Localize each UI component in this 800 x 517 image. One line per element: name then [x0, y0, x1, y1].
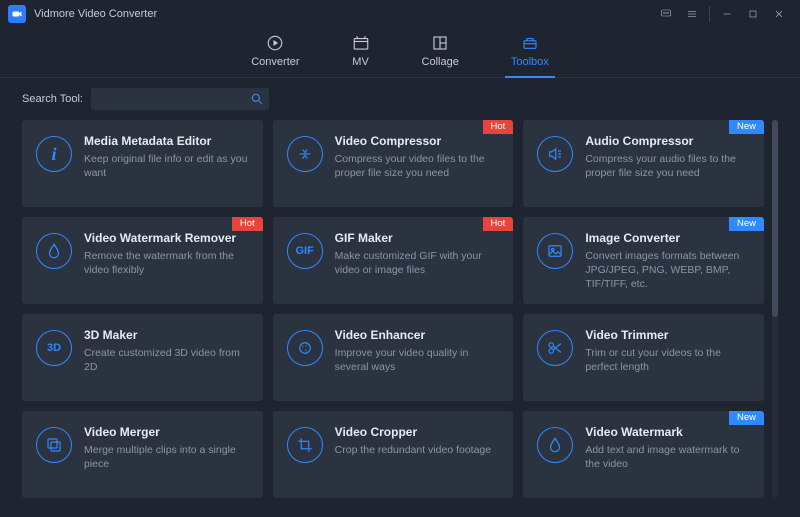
- tool-title: Video Trimmer: [585, 328, 752, 342]
- tool-card[interactable]: Hot GIF GIF Maker Make customized GIF with …: [273, 217, 514, 304]
- tool-card[interactable]: Video Enhancer Improve your video quality…: [273, 314, 514, 401]
- scrollbar[interactable]: [772, 120, 778, 498]
- toolbox-panel: Search Tool: i Media Metadata Editor Keep …: [0, 78, 800, 506]
- tool-title: Media Metadata Editor: [84, 134, 251, 148]
- 3d-icon: 3D: [36, 330, 72, 366]
- search-input[interactable]: [91, 88, 269, 110]
- chat-icon: [660, 8, 672, 20]
- tool-card[interactable]: HotVideo Watermark Remover Remove the wat…: [22, 217, 263, 304]
- tool-title: Video Merger: [84, 425, 251, 439]
- app-title: Vidmore Video Converter: [34, 8, 157, 20]
- tool-title: Audio Compressor: [585, 134, 752, 148]
- minimize-icon: [721, 8, 733, 20]
- tool-description: Make customized GIF with your video or i…: [335, 249, 502, 277]
- camera-icon: [11, 8, 23, 20]
- tool-description: Create customized 3D video from 2D: [84, 346, 251, 374]
- titlebar: Vidmore Video Converter: [0, 0, 800, 28]
- audio-icon: [537, 136, 573, 172]
- merge-icon: [36, 427, 72, 463]
- badge-hot: Hot: [483, 217, 514, 231]
- menu-button[interactable]: [679, 4, 705, 24]
- tab-toolbox[interactable]: Toolbox: [511, 34, 549, 72]
- tool-title: Video Compressor: [335, 134, 502, 148]
- close-button[interactable]: [766, 4, 792, 24]
- search-row: Search Tool:: [22, 88, 778, 110]
- converter-icon: [266, 34, 284, 52]
- tab-label: Collage: [422, 56, 459, 68]
- tool-card[interactable]: NewImage Converter Convert images formats…: [523, 217, 764, 304]
- image-icon: [537, 233, 573, 269]
- scrollbar-thumb[interactable]: [772, 120, 778, 317]
- collage-icon: [431, 34, 449, 52]
- info-icon: i: [36, 136, 72, 172]
- search-icon[interactable]: [250, 92, 264, 106]
- tool-description: Trim or cut your videos to the perfect l…: [585, 346, 752, 374]
- badge-hot: Hot: [232, 217, 263, 231]
- tool-title: Image Converter: [585, 231, 752, 245]
- tab-converter[interactable]: Converter: [251, 34, 299, 72]
- tool-title: Video Watermark: [585, 425, 752, 439]
- tab-collage[interactable]: Collage: [422, 34, 459, 72]
- tool-card[interactable]: HotVideo Compressor Compress your video f…: [273, 120, 514, 207]
- tab-label: Toolbox: [511, 56, 549, 68]
- tab-label: MV: [352, 56, 369, 68]
- enhance-icon: [287, 330, 323, 366]
- gif-icon: GIF: [287, 233, 323, 269]
- tool-description: Keep original file info or edit as you w…: [84, 152, 251, 180]
- feedback-button[interactable]: [653, 4, 679, 24]
- main-tabs: Converter MV Collage Toolbox: [0, 28, 800, 78]
- tool-title: Video Cropper: [335, 425, 502, 439]
- tool-title: Video Enhancer: [335, 328, 502, 342]
- maximize-button[interactable]: [740, 4, 766, 24]
- divider: [709, 6, 710, 22]
- trim-icon: [537, 330, 573, 366]
- compress-icon: [287, 136, 323, 172]
- tool-card[interactable]: Video Trimmer Trim or cut your videos to …: [523, 314, 764, 401]
- tool-grid: i Media Metadata Editor Keep original file…: [22, 120, 764, 498]
- maximize-icon: [747, 8, 759, 20]
- tool-card[interactable]: i Media Metadata Editor Keep original file…: [22, 120, 263, 207]
- badge-new: New: [729, 120, 764, 134]
- badge-new: New: [729, 411, 764, 425]
- menu-icon: [686, 8, 698, 20]
- tab-label: Converter: [251, 56, 299, 68]
- tool-description: Compress your audio files to the proper …: [585, 152, 752, 180]
- tool-description: Crop the redundant video footage: [335, 443, 502, 457]
- drop-icon: [537, 427, 573, 463]
- badge-new: New: [729, 217, 764, 231]
- tool-card[interactable]: Video Merger Merge multiple clips into a …: [22, 411, 263, 498]
- app-logo: [8, 5, 26, 23]
- tool-description: Convert images formats between JPG/JPEG,…: [585, 249, 752, 292]
- tool-description: Compress your video files to the proper …: [335, 152, 502, 180]
- search-label: Search Tool:: [22, 93, 83, 105]
- tool-card[interactable]: 3D 3D Maker Create customized 3D video fro…: [22, 314, 263, 401]
- drop-icon: [36, 233, 72, 269]
- minimize-button[interactable]: [714, 4, 740, 24]
- tool-description: Merge multiple clips into a single piece: [84, 443, 251, 471]
- tool-title: GIF Maker: [335, 231, 502, 245]
- tool-card[interactable]: Video Cropper Crop the redundant video fo…: [273, 411, 514, 498]
- tab-mv[interactable]: MV: [352, 34, 370, 72]
- close-icon: [773, 8, 785, 20]
- search-box: [91, 88, 269, 110]
- toolbox-icon: [521, 34, 539, 52]
- tool-card[interactable]: NewAudio Compressor Compress your audio f…: [523, 120, 764, 207]
- tool-title: 3D Maker: [84, 328, 251, 342]
- tool-description: Add text and image watermark to the vide…: [585, 443, 752, 471]
- tool-card[interactable]: NewVideo Watermark Add text and image wat…: [523, 411, 764, 498]
- badge-hot: Hot: [483, 120, 514, 134]
- crop-icon: [287, 427, 323, 463]
- tool-description: Improve your video quality in several wa…: [335, 346, 502, 374]
- tool-description: Remove the watermark from the video flex…: [84, 249, 251, 277]
- tool-title: Video Watermark Remover: [84, 231, 251, 245]
- mv-icon: [352, 34, 370, 52]
